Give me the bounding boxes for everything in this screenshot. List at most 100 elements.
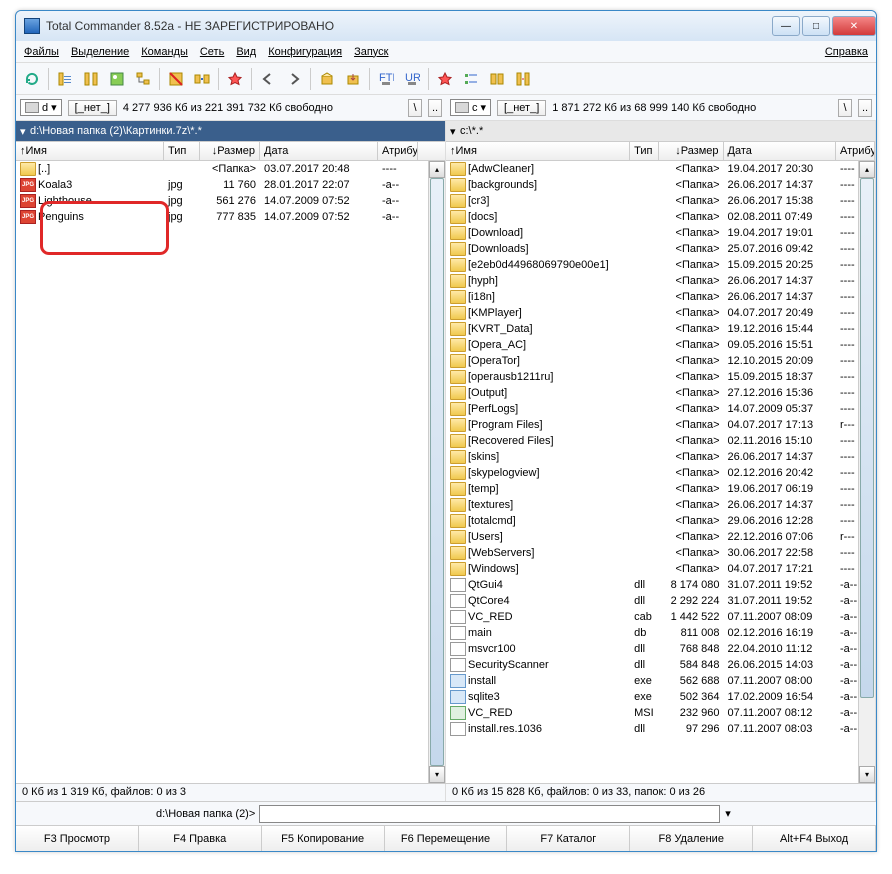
file-row[interactable]: JPGLighthousejpg561 27614.07.2009 07:52-… (16, 193, 445, 209)
drive-none-left[interactable]: [_нет_] (68, 100, 117, 116)
f7-mkdir-button[interactable]: F7 Каталог (507, 826, 630, 851)
scroll-up-icon[interactable] (429, 161, 445, 178)
file-row[interactable]: [..]<Папка>03.07.2017 20:48---- (16, 161, 445, 177)
invert-button[interactable] (164, 67, 188, 91)
minimize-button[interactable]: — (772, 16, 800, 36)
close-button[interactable]: ✕ (832, 16, 876, 36)
root-button-right[interactable]: \ (838, 99, 852, 117)
column-header-type[interactable]: Тип (164, 142, 200, 160)
file-row[interactable]: [operausb1211ru]<Папка>15.09.2015 18:37-… (446, 369, 875, 385)
file-row[interactable]: [Output]<Папка>27.12.2016 15:36---- (446, 385, 875, 401)
file-row[interactable]: QtGui4dll8 174 08031.07.2011 19:52-a-- (446, 577, 875, 593)
f4-edit-button[interactable]: F4 Правка (139, 826, 262, 851)
file-row[interactable]: sqlite3exe502 36417.02.2009 16:54-a-- (446, 689, 875, 705)
f6-move-button[interactable]: F6 Перемещение (385, 826, 508, 851)
f5-copy-button[interactable]: F5 Копирование (262, 826, 385, 851)
root-button-left[interactable]: \ (408, 99, 422, 117)
file-row[interactable]: [PerfLogs]<Папка>14.07.2009 05:37---- (446, 401, 875, 417)
back-button[interactable] (256, 67, 280, 91)
menu-view[interactable]: Вид (236, 46, 256, 58)
file-row[interactable]: [Users]<Папка>22.12.2016 07:06r--- (446, 529, 875, 545)
file-row[interactable]: [Download]<Папка>19.04.2017 19:01---- (446, 225, 875, 241)
file-row[interactable]: [e2eb0d44968069790e00e1]<Папка>15.09.201… (446, 257, 875, 273)
menu-commands[interactable]: Команды (141, 46, 188, 58)
ftp-button[interactable]: FTP (374, 67, 398, 91)
view-brief-button[interactable] (53, 67, 77, 91)
file-row[interactable]: [temp]<Папка>19.06.2017 06:19---- (446, 481, 875, 497)
menu-start[interactable]: Запуск (354, 46, 388, 58)
filelist-left[interactable]: [..]<Папка>03.07.2017 20:48----JPGKoala3… (16, 161, 445, 783)
file-row[interactable]: [Recovered Files]<Папка>02.11.2016 15:10… (446, 433, 875, 449)
search-button[interactable] (223, 67, 247, 91)
scrollbar-right[interactable] (858, 161, 875, 783)
refresh-button[interactable] (20, 67, 44, 91)
pack-button[interactable] (315, 67, 339, 91)
scroll-thumb[interactable] (860, 178, 874, 698)
file-row[interactable]: [docs]<Папка>02.08.2011 07:49---- (446, 209, 875, 225)
column-header-name[interactable]: ↑Имя (446, 142, 630, 160)
up-button-left[interactable]: .. (428, 99, 442, 117)
file-row[interactable]: [backgrounds]<Папка>26.06.2017 14:37---- (446, 177, 875, 193)
path-right[interactable]: ▾c:\*.* (446, 121, 875, 141)
column-header-name[interactable]: ↑Имя (16, 142, 164, 160)
scroll-down-icon[interactable] (859, 766, 875, 783)
cmd-history-icon[interactable]: ▾ (720, 807, 736, 820)
column-header-type[interactable]: Тип (630, 142, 659, 160)
scroll-up-icon[interactable] (859, 161, 875, 178)
file-row[interactable]: msvcr100dll768 84822.04.2010 11:12-a-- (446, 641, 875, 657)
altf4-exit-button[interactable]: Alt+F4 Выход (753, 826, 876, 851)
cmd-input[interactable] (259, 805, 720, 823)
file-row[interactable]: JPGKoala3jpg11 76028.01.2017 22:07-a-- (16, 177, 445, 193)
file-row[interactable]: maindb811 00802.12.2016 16:19-a-- (446, 625, 875, 641)
scrollbar-left[interactable] (428, 161, 445, 783)
file-row[interactable]: JPGPenguinsjpg777 83514.07.2009 07:52-a-… (16, 209, 445, 225)
url-button[interactable]: URL (400, 67, 424, 91)
menu-config[interactable]: Конфигурация (268, 46, 342, 58)
scroll-down-icon[interactable] (429, 766, 445, 783)
menu-net[interactable]: Сеть (200, 46, 224, 58)
menu-files[interactable]: Файлы (24, 46, 59, 58)
path-left[interactable]: ▾d:\Новая папка (2)\Картинки.7z\*.* (16, 121, 445, 141)
f8-delete-button[interactable]: F8 Удаление (630, 826, 753, 851)
menu-help[interactable]: Справка (825, 46, 868, 58)
swap-panels-button[interactable] (190, 67, 214, 91)
file-row[interactable]: [OperaTor]<Папка>12.10.2015 20:09---- (446, 353, 875, 369)
filelist-right[interactable]: [AdwCleaner]<Папка>19.04.2017 20:30----[… (446, 161, 875, 783)
file-row[interactable]: [Opera_AC]<Папка>09.05.2016 15:51---- (446, 337, 875, 353)
view-thumbs-button[interactable] (105, 67, 129, 91)
file-row[interactable]: [i18n]<Папка>26.06.2017 14:37---- (446, 289, 875, 305)
scroll-thumb[interactable] (430, 178, 444, 766)
file-row[interactable]: [WebServers]<Папка>30.06.2017 22:58---- (446, 545, 875, 561)
column-header-date[interactable]: Дата (724, 142, 837, 160)
file-row[interactable]: VC_REDcab1 442 52207.11.2007 08:09-a-- (446, 609, 875, 625)
drive-select-right[interactable]: c▾ (450, 99, 491, 116)
file-row[interactable]: [hyph]<Папка>26.06.2017 14:37---- (446, 273, 875, 289)
up-button-right[interactable]: .. (858, 99, 872, 117)
file-row[interactable]: [KVRT_Data]<Папка>19.12.2016 15:44---- (446, 321, 875, 337)
notepad-button[interactable] (433, 67, 457, 91)
column-header-date[interactable]: Дата (260, 142, 378, 160)
compare-button[interactable] (511, 67, 535, 91)
titlebar[interactable]: Total Commander 8.52a - НЕ ЗАРЕГИСТРИРОВ… (16, 11, 876, 41)
multi-rename-button[interactable] (459, 67, 483, 91)
column-header-size[interactable]: ↓Размер (200, 142, 260, 160)
file-row[interactable]: [Program Files]<Папка>04.07.2017 17:13r-… (446, 417, 875, 433)
file-row[interactable]: install.res.1036dll97 29607.11.2007 08:0… (446, 721, 875, 737)
file-row[interactable]: SecurityScannerdll584 84826.06.2015 14:0… (446, 657, 875, 673)
unpack-button[interactable] (341, 67, 365, 91)
drive-none-right[interactable]: [_нет_] (497, 100, 546, 116)
file-row[interactable]: [Windows]<Папка>04.07.2017 17:21---- (446, 561, 875, 577)
file-row[interactable]: [AdwCleaner]<Папка>19.04.2017 20:30---- (446, 161, 875, 177)
file-row[interactable]: [KMPlayer]<Папка>04.07.2017 20:49---- (446, 305, 875, 321)
file-row[interactable]: VC_REDMSI232 96007.11.2007 08:12-a-- (446, 705, 875, 721)
file-row[interactable]: installexe562 68807.11.2007 08:00-a-- (446, 673, 875, 689)
file-row[interactable]: [skins]<Папка>26.06.2017 14:37---- (446, 449, 875, 465)
view-tree-button[interactable] (131, 67, 155, 91)
file-row[interactable]: [Downloads]<Папка>25.07.2016 09:42---- (446, 241, 875, 257)
column-header-size[interactable]: ↓Размер (659, 142, 723, 160)
file-row[interactable]: [skypelogview]<Папка>02.12.2016 20:42---… (446, 465, 875, 481)
file-row[interactable]: QtCore4dll2 292 22431.07.2011 19:52-a-- (446, 593, 875, 609)
sync-dirs-button[interactable] (485, 67, 509, 91)
column-header-attr[interactable]: Атрибу (836, 142, 875, 160)
file-row[interactable]: [totalcmd]<Папка>29.06.2016 12:28---- (446, 513, 875, 529)
